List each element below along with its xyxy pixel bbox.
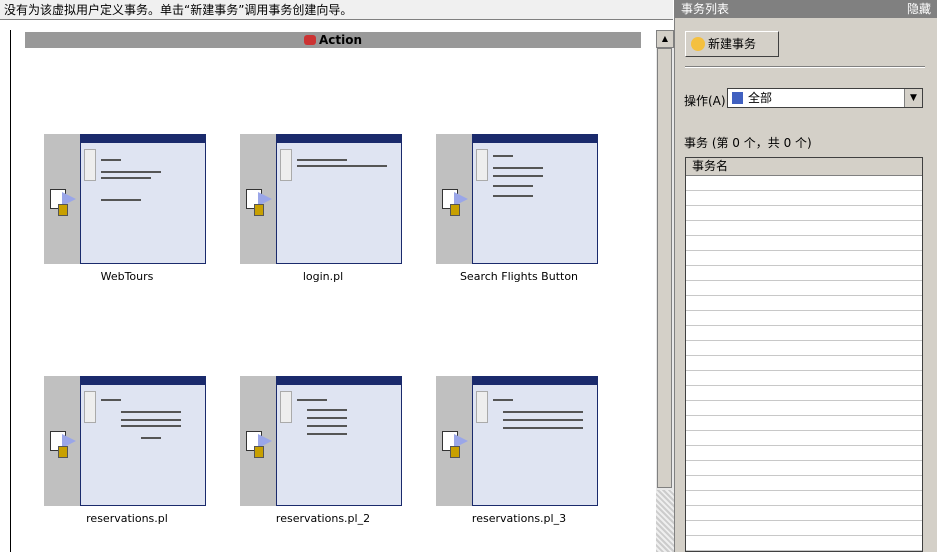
- thumbnail-label: Search Flights Button: [459, 270, 579, 283]
- script-view-pane: 没有为该虚拟用户定义事务。单击“新建事务”调用事务创建向导。 Action We…: [0, 0, 675, 552]
- panel-header: 事务列表 隐藏: [675, 0, 937, 18]
- transaction-table[interactable]: 事务名: [685, 157, 923, 552]
- step-thumbnail[interactable]: Search Flights Button: [436, 134, 602, 284]
- thumbnail-label: login.pl: [302, 270, 344, 283]
- thumbnail-label: reservations.pl_2: [275, 512, 371, 525]
- action-header[interactable]: Action: [25, 32, 641, 48]
- step-thumbnail[interactable]: reservations.pl: [44, 376, 210, 526]
- vertical-scrollbar[interactable]: ▲: [656, 30, 674, 552]
- step-thumbnail[interactable]: reservations.pl_2: [240, 376, 406, 526]
- panel-title: 事务列表: [681, 2, 730, 16]
- operation-select[interactable]: 全部 ▼: [727, 88, 923, 108]
- step-thumbnail[interactable]: login.pl: [240, 134, 406, 284]
- action-icon: [303, 35, 316, 45]
- column-header-transaction-name[interactable]: 事务名: [686, 158, 922, 176]
- separator: [685, 66, 925, 68]
- thumbnail-label: reservations.pl_3: [471, 512, 567, 525]
- transaction-list-panel: 事务列表 隐藏 新建事务 操作(A): 全部 ▼ 事务 (第 0 个，共 0 个…: [675, 0, 937, 552]
- new-transaction-label: 新建事务: [708, 37, 757, 51]
- new-transaction-button[interactable]: 新建事务: [685, 31, 779, 57]
- hide-panel-link[interactable]: 隐藏: [907, 0, 931, 18]
- step-thumbnail[interactable]: WebTours: [44, 134, 210, 284]
- thumbnail-label: WebTours: [100, 270, 154, 283]
- thumbnail-area: Action WebTours login.pl Search Flights …: [10, 30, 656, 552]
- step-thumbnail[interactable]: reservations.pl_3: [436, 376, 602, 526]
- dropdown-arrow-icon[interactable]: ▼: [904, 89, 922, 107]
- transaction-count: 事务 (第 0 个，共 0 个): [684, 136, 812, 150]
- scroll-up-button[interactable]: ▲: [656, 30, 674, 48]
- info-message: 没有为该虚拟用户定义事务。单击“新建事务”调用事务创建向导。: [0, 0, 673, 20]
- operation-value: 全部: [748, 91, 773, 105]
- new-transaction-icon: [691, 37, 705, 51]
- user-icon: [732, 92, 743, 104]
- thumbnail-label: reservations.pl: [86, 512, 168, 525]
- operation-label: 操作(A):: [684, 94, 730, 108]
- action-header-label: Action: [318, 33, 363, 47]
- scrollbar-thumb[interactable]: [657, 48, 672, 488]
